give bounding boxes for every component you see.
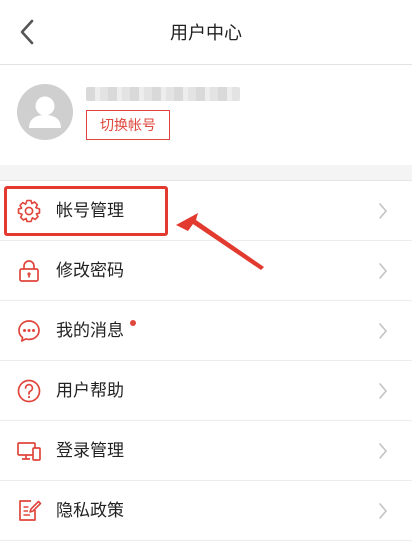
menu-item-label: 登录管理 (56, 441, 124, 461)
unread-dot-badge (130, 320, 136, 326)
menu-item-label: 帐号管理 (56, 201, 124, 221)
lock-icon (19, 260, 39, 282)
chevron-right-icon (379, 203, 388, 219)
pointer-arrow-annotation (176, 213, 264, 270)
back-button[interactable] (14, 18, 40, 46)
username-redacted (86, 87, 240, 101)
message-bubble-icon (18, 320, 40, 342)
menu-item-login-management[interactable]: 登录管理 (0, 421, 412, 481)
chevron-right-icon (379, 443, 388, 459)
document-edit-icon (19, 500, 42, 521)
menu-item-label: 修改密码 (56, 261, 124, 281)
devices-icon (17, 442, 41, 461)
chevron-right-icon (379, 323, 388, 339)
chevron-right-icon (379, 383, 388, 399)
menu-item-label: 隐私政策 (56, 501, 124, 521)
menu-item-user-help[interactable]: 用户帮助 (0, 361, 412, 421)
page-title: 用户中心 (170, 23, 242, 44)
chevron-right-icon (379, 263, 388, 279)
switch-account-button[interactable]: 切换帐号 (86, 110, 170, 140)
gear-icon (17, 199, 41, 223)
menu-item-privacy-policy[interactable]: 隐私政策 (0, 481, 412, 541)
menu-item-my-messages[interactable]: 我的消息 (0, 301, 412, 361)
menu-item-label: 我的消息 (56, 321, 124, 341)
avatar[interactable] (17, 84, 73, 140)
question-circle-icon (17, 379, 41, 403)
profile-section: 切换帐号 (0, 65, 412, 165)
menu-item-label: 用户帮助 (56, 381, 124, 401)
user-silhouette-icon (29, 96, 61, 128)
chevron-right-icon (379, 503, 388, 519)
top-navigation-bar: 用户中心 (0, 0, 412, 65)
chevron-left-icon (20, 19, 34, 45)
